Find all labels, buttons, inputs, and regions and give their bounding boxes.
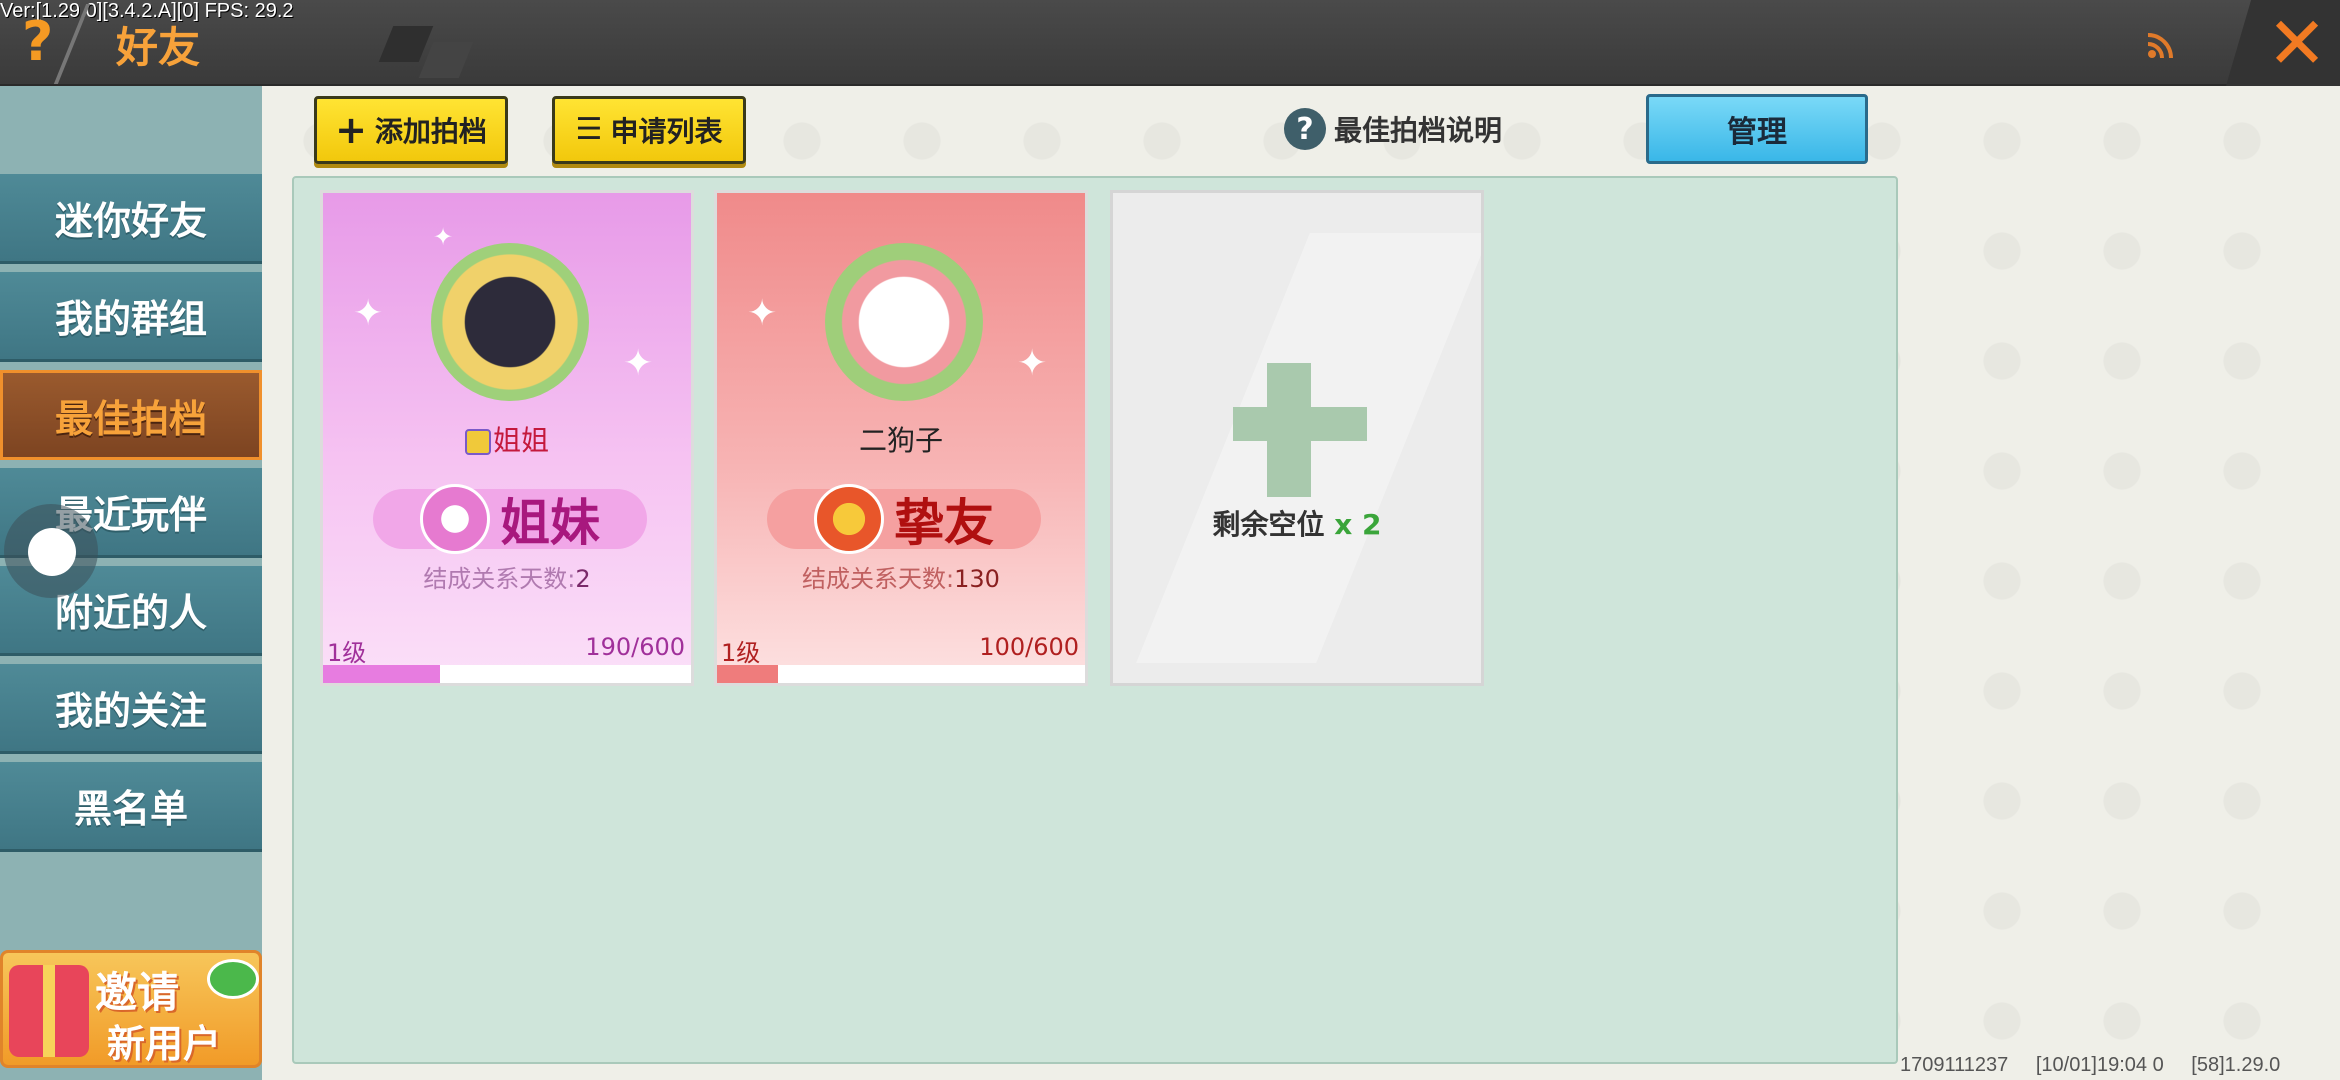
partner-help-link[interactable]: ? 最佳拍档说明 xyxy=(1284,106,1502,152)
partner-level: 1级 xyxy=(327,639,367,667)
partner-name-row: 姐姐 xyxy=(323,419,691,459)
sidebar-item-mini-friends[interactable]: 迷你好友 xyxy=(0,174,262,264)
relation-badge: 姐妹 xyxy=(373,484,647,554)
sidebar-item-my-groups[interactable]: 我的群组 xyxy=(0,272,262,362)
invite-text-line2: 新用户 xyxy=(107,1022,222,1066)
bow-icon xyxy=(420,484,490,554)
relation-label: 挚友 xyxy=(894,494,994,552)
partner-card[interactable]: ✦ ✦ 二狗子 挚友 结成关系天数:130 1级 100/600 xyxy=(714,190,1088,686)
question-icon: ? xyxy=(1284,108,1326,150)
sparkle-icon: ✦ xyxy=(353,293,384,334)
partner-name: 姐姐 xyxy=(492,424,549,457)
exp-progress-fill xyxy=(717,665,779,683)
footer-time: [10/01]19:04 0 xyxy=(2035,1054,2164,1076)
relation-label: 姐妹 xyxy=(500,494,600,552)
page-title: 好友 xyxy=(116,23,201,72)
partner-card[interactable]: ✦ ✦ ✦ 姐姐 姐妹 结成关系天数:2 1级 190/600 xyxy=(320,190,694,686)
floating-ball-dot xyxy=(28,528,76,576)
sparkle-icon: ✦ xyxy=(623,343,654,384)
sidebar-item-best-partner[interactable]: 最佳拍档 xyxy=(0,370,262,460)
remaining-slots-count: x 2 xyxy=(1334,508,1382,541)
floating-assist-ball[interactable] xyxy=(4,504,98,598)
relation-days-label: 结成关系天数: xyxy=(802,565,955,593)
relation-days-value: 2 xyxy=(575,565,591,593)
partner-exp: 190/600 xyxy=(585,633,685,661)
relation-days: 结成关系天数:130 xyxy=(717,559,1085,594)
add-partner-button[interactable]: + 添加拍档 xyxy=(314,96,508,164)
manage-button[interactable]: 管理 xyxy=(1646,94,1868,164)
sparkle-icon: ✦ xyxy=(747,293,778,334)
signal-icon xyxy=(2147,33,2173,59)
relation-badge: 挚友 xyxy=(767,484,1041,554)
partner-help-label: 最佳拍档说明 xyxy=(1334,114,1503,147)
apply-list-label: 申请列表 xyxy=(610,115,723,148)
footer-build: [58]1.29.0 xyxy=(2191,1054,2281,1076)
sparkle-icon: ✦ xyxy=(1017,343,1048,384)
wechat-icon xyxy=(207,959,259,999)
top-bar xyxy=(0,0,2340,86)
exp-progress-bar xyxy=(717,665,1085,683)
relation-days-value: 130 xyxy=(954,565,1000,593)
remaining-slots: 剩余空位 x 2 xyxy=(1113,503,1481,543)
relation-days-label: 结成关系天数: xyxy=(423,565,576,593)
gift-icon xyxy=(9,965,89,1057)
invite-new-user-banner[interactable]: 邀请 新用户 xyxy=(0,950,262,1068)
invite-text-line1: 邀请 xyxy=(95,968,180,1017)
partner-exp: 100/600 xyxy=(979,633,1079,661)
add-partner-label: 添加拍档 xyxy=(374,115,487,148)
footer-info: 1709111237 [10/01]19:04 0 [58]1.29.0 xyxy=(1900,1054,2302,1077)
help-icon[interactable]: ? xyxy=(22,14,66,70)
apply-list-button[interactable]: ☰ 申请列表 xyxy=(552,96,746,164)
close-button[interactable]: ✕ xyxy=(2264,7,2330,79)
exp-progress-bar xyxy=(323,665,691,683)
plus-icon-bar xyxy=(1233,407,1367,441)
partner-level: 1级 xyxy=(721,639,761,667)
sidebar-item-following[interactable]: 我的关注 xyxy=(0,664,262,754)
partner-name: 二狗子 xyxy=(858,424,943,457)
footer-id: 1709111237 xyxy=(1900,1054,2009,1076)
heart-planet-icon xyxy=(814,484,884,554)
relation-days: 结成关系天数:2 xyxy=(323,559,691,594)
partner-avatar xyxy=(431,243,589,401)
sparkle-icon: ✦ xyxy=(433,223,454,251)
sidebar-item-blacklist[interactable]: 黑名单 xyxy=(0,762,262,852)
vip-badge-icon xyxy=(464,429,491,455)
list-icon: ☰ xyxy=(575,112,603,147)
partner-avatar xyxy=(825,243,983,401)
plus-icon: + xyxy=(335,108,367,152)
exp-progress-fill xyxy=(323,665,440,683)
empty-partner-slot[interactable]: 剩余空位 x 2 xyxy=(1110,190,1484,686)
remaining-slots-label: 剩余空位 xyxy=(1212,508,1325,541)
